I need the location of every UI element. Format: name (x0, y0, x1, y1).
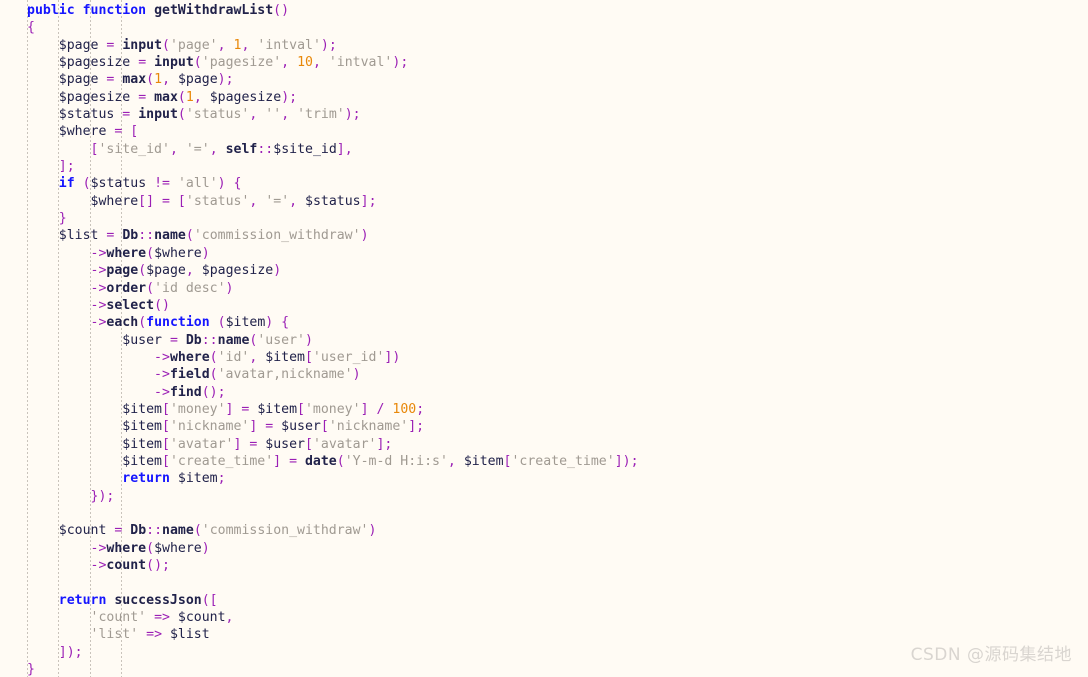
code-line: return $item; (122, 471, 226, 487)
code-line: public function getWithdrawList() (27, 3, 290, 18)
code-listing[interactable]: public function getWithdrawList() { $page… (0, 0, 639, 677)
code-line: $item['create_time'] = date('Y-m-d H:i:s… (122, 453, 639, 469)
code-line: $user = Db::name('user') (122, 332, 313, 348)
code-line: ->where('id', $item['user_id']) (154, 349, 401, 365)
code-line: ->select() (90, 297, 170, 313)
code-line: ->where($where) (90, 540, 210, 556)
code-line: }); (90, 488, 115, 504)
code-line: $item['money'] = $item['money'] / 100; (122, 401, 425, 417)
code-line: } (27, 662, 35, 677)
code-line: 'list' => $list (90, 627, 210, 643)
code-line: } (58, 211, 67, 227)
code-line: ]; (58, 159, 75, 175)
code-line: if ($status != 'all') { (58, 176, 242, 192)
code-line: $count = Db::name('commission_withdraw') (58, 523, 377, 539)
code-line: $list = Db::name('commission_withdraw') (58, 228, 369, 244)
code-line: $where = [ (58, 124, 139, 140)
code-line: ->each(function ($item) { (90, 315, 290, 331)
code-line: $item['nickname'] = $user['nickname']; (122, 419, 425, 435)
code-line: ->order('id desc') (90, 280, 234, 296)
code-line: $where[] = ['status', '=', $status]; (90, 193, 377, 209)
code-line: $pagesize = max(1, $pagesize); (58, 89, 298, 105)
code-line: ->where($where) (90, 245, 210, 261)
code-line: $page = max(1, $page); (58, 72, 234, 88)
csdn-watermark: CSDN @源码集结地 (910, 645, 1072, 665)
code-line: 'count' => $count, (90, 610, 234, 626)
code-line: $item['avatar'] = $user['avatar']; (122, 436, 393, 452)
code-line: $page = input('page', 1, 'intval'); (58, 37, 337, 53)
code-line: $pagesize = input('pagesize', 10, 'intva… (58, 55, 409, 71)
code-line: ->field('avatar,nickname') (154, 367, 361, 383)
code-line: ->page($page, $pagesize) (90, 263, 282, 279)
code-editor-canvas: public function getWithdrawList() { $page… (0, 0, 1088, 677)
code-line: ['site_id', '=', self::$site_id], (90, 141, 353, 157)
code-line: return successJson([ (58, 592, 218, 608)
code-line: ->count(); (90, 558, 170, 573)
code-line: ]); (58, 644, 83, 660)
code-line: ->find(); (154, 384, 226, 400)
code-line: { (27, 20, 35, 36)
code-line: $status = input('status', '', 'trim'); (58, 107, 361, 123)
